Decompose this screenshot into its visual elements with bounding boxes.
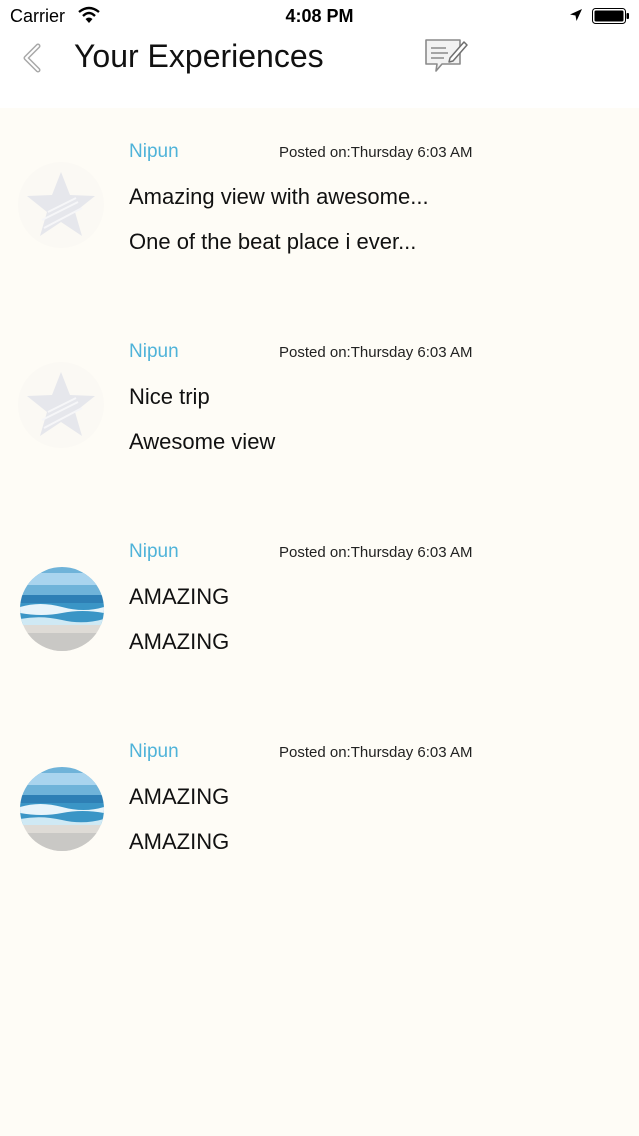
- chevron-left-icon: [23, 43, 41, 73]
- post-body: AMAZING: [129, 829, 230, 854]
- post-title: AMAZING: [129, 784, 230, 809]
- back-button[interactable]: [16, 38, 52, 78]
- avatar: [20, 567, 104, 651]
- list-item[interactable]: Nipun Posted on:Thursday 6:03 AM Nice tr…: [0, 308, 639, 508]
- post-timestamp: Posted on:Thursday 6:03 AM: [279, 344, 473, 361]
- battery-icon: [592, 8, 629, 24]
- compose-button[interactable]: [422, 36, 468, 76]
- post-timestamp: Posted on:Thursday 6:03 AM: [279, 144, 473, 161]
- post-body: Awesome view: [129, 429, 276, 454]
- list-item[interactable]: Nipun Posted on:Thursday 6:03 AM Amazing…: [0, 108, 639, 308]
- author-name: Nipun: [129, 141, 179, 162]
- beach-photo: [20, 767, 104, 851]
- post-title: Nice trip: [129, 384, 210, 409]
- post-title: AMAZING: [129, 584, 230, 609]
- star-placeholder-icon: [27, 172, 95, 236]
- star-placeholder-icon: [27, 372, 95, 436]
- page-title: Your Experiences: [74, 38, 324, 74]
- avatar: [18, 362, 104, 448]
- post-timestamp: Posted on:Thursday 6:03 AM: [279, 544, 473, 561]
- location-arrow-icon: [570, 9, 582, 21]
- list-item[interactable]: Nipun Posted on:Thursday 6:03 AM AMAZING…: [0, 708, 639, 908]
- beach-photo: [20, 567, 104, 651]
- post-title: Amazing view with awesome...: [129, 184, 429, 209]
- experience-list: Nipun Posted on:Thursday 6:03 AM Amazing…: [0, 108, 639, 908]
- post-body: One of the beat place i ever...: [129, 229, 417, 254]
- post-timestamp: Posted on:Thursday 6:03 AM: [279, 744, 473, 761]
- avatar: [18, 162, 104, 248]
- post-body: AMAZING: [129, 629, 230, 654]
- author-name: Nipun: [129, 741, 179, 762]
- author-name: Nipun: [129, 541, 179, 562]
- list-item[interactable]: Nipun Posted on:Thursday 6:03 AM AMAZING…: [0, 508, 639, 708]
- compose-note-icon: [425, 39, 468, 72]
- avatar: [20, 767, 104, 851]
- status-bar: Carrier 4:08 PM: [0, 0, 639, 32]
- navigation-bar: Your Experiences: [0, 32, 639, 108]
- author-name: Nipun: [129, 341, 179, 362]
- clock: 4:08 PM: [285, 6, 354, 26]
